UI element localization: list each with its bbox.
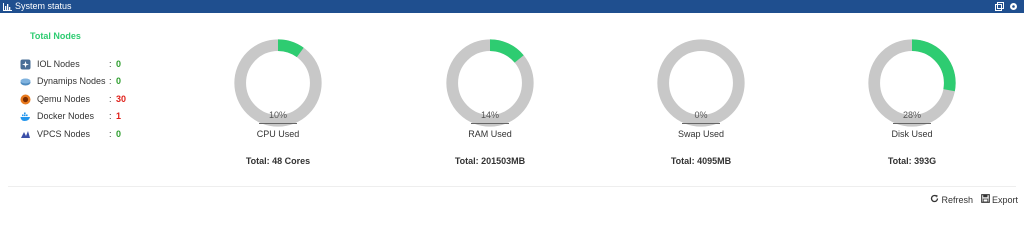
- node-count: 30: [116, 94, 127, 104]
- node-count: 1: [116, 111, 122, 121]
- cpu-percent: 10%: [268, 110, 287, 120]
- refresh-button[interactable]: Refresh: [930, 194, 973, 205]
- divider-line: [259, 123, 297, 124]
- cpu-gauge: 10% CPU Used Total: 48 Cores: [213, 30, 343, 180]
- export-button[interactable]: Export: [981, 194, 1018, 205]
- node-name: VPCS Nodes: [37, 129, 91, 139]
- iol-icon: [20, 59, 31, 70]
- qemu-icon: [20, 94, 31, 105]
- vpcs-icon: [20, 129, 31, 140]
- divider-line: [682, 123, 720, 124]
- ram-percent: 14%: [480, 110, 499, 120]
- node-row-iol: IOL Nodes : 0: [20, 58, 121, 70]
- bar-chart-icon: [3, 2, 12, 11]
- node-separator: :: [109, 76, 112, 86]
- panel-header: System status: [0, 0, 1024, 13]
- save-icon: [981, 194, 990, 205]
- swap-label: Swap Used: [677, 129, 725, 139]
- window-icon[interactable]: [995, 2, 1004, 11]
- node-name: Dynamips Nodes: [37, 76, 106, 86]
- ram-label: RAM Used: [468, 129, 512, 139]
- node-row-dynamips: Dynamips Nodes : 0: [20, 75, 121, 87]
- refresh-label: Refresh: [941, 194, 973, 205]
- node-count: 0: [116, 129, 122, 139]
- node-name: Docker Nodes: [37, 111, 95, 121]
- disk-total: Total: 393G: [887, 156, 937, 166]
- footer-divider: [8, 186, 1016, 187]
- node-count: 0: [116, 59, 122, 69]
- node-row-vpcs: VPCS Nodes : 0: [20, 128, 121, 140]
- node-separator: :: [109, 129, 112, 139]
- node-separator: :: [109, 111, 112, 121]
- swap-total: Total: 4095MB: [670, 156, 732, 166]
- node-separator: :: [109, 59, 112, 69]
- node-name: IOL Nodes: [37, 59, 80, 69]
- node-name: Qemu Nodes: [37, 94, 91, 104]
- disk-label: Disk Used: [891, 129, 933, 139]
- ram-gauge: 14% RAM Used Total: 201503MB: [425, 30, 555, 180]
- cpu-total: Total: 48 Cores: [245, 156, 311, 166]
- swap-percent: 0%: [694, 110, 708, 120]
- docker-icon: [20, 111, 31, 122]
- node-row-qemu: Qemu Nodes : 30: [20, 93, 126, 105]
- node-separator: :: [109, 94, 112, 104]
- swap-gauge: 0% Swap Used Total: 4095MB: [636, 30, 766, 180]
- node-row-docker: Docker Nodes : 1: [20, 110, 121, 122]
- router-icon: [20, 76, 31, 87]
- cpu-label: CPU Used: [256, 129, 300, 139]
- total-nodes-title: Total Nodes: [30, 31, 81, 41]
- panel-title: System status: [15, 1, 72, 11]
- footer-actions: Refresh Export: [930, 194, 1018, 205]
- ram-total: Total: 201503MB: [454, 156, 526, 166]
- export-label: Export: [991, 194, 1018, 205]
- disk-gauge: 28% Disk Used Total: 393G: [847, 30, 977, 180]
- divider-line: [893, 123, 931, 124]
- disk-percent: 28%: [902, 110, 921, 120]
- node-count: 0: [116, 76, 122, 86]
- gear-icon[interactable]: [1009, 2, 1018, 11]
- refresh-icon: [930, 194, 939, 205]
- divider-line: [471, 123, 509, 124]
